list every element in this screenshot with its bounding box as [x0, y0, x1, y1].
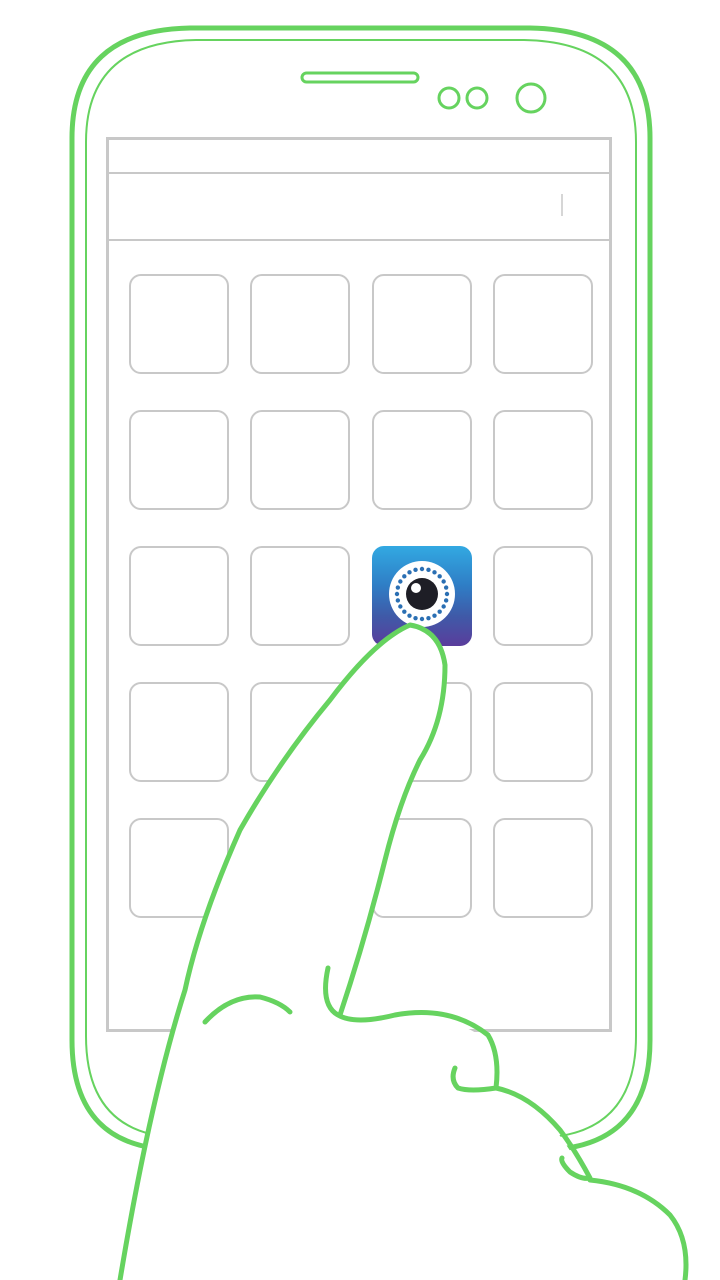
sensor-left [437, 86, 461, 110]
lens-dot [395, 598, 401, 603]
lens-dot [407, 570, 412, 575]
lens-dot [413, 615, 418, 621]
front-camera [515, 82, 547, 114]
lens-dot [443, 585, 449, 590]
lens-dot [441, 604, 446, 609]
lens-dot [441, 579, 446, 584]
lens-dot [443, 598, 449, 603]
speaker-grille [300, 71, 420, 84]
lens-dot [419, 616, 425, 622]
app-slot-r2-c3[interactable] [372, 410, 472, 510]
app-slot-r4-c1[interactable] [129, 682, 229, 782]
lens-pupil [406, 578, 438, 610]
phone-screen [106, 137, 612, 1032]
lens-dot [402, 609, 407, 614]
app-slot-r5-c3[interactable] [372, 818, 472, 918]
lens-dot [413, 567, 418, 573]
app-slot-r1-c2[interactable] [250, 274, 350, 374]
app-slot-r5-c4[interactable] [493, 818, 593, 918]
lens-dot [402, 574, 407, 579]
search-cursor [561, 194, 563, 216]
status-bar [109, 140, 609, 174]
app-slot-r2-c2[interactable] [250, 410, 350, 510]
camera-app-icon[interactable] [372, 546, 472, 646]
camera-eye-icon [389, 561, 455, 627]
lens-dot [395, 585, 401, 590]
sensor-right [465, 86, 489, 110]
app-slot-r4-c3[interactable] [372, 682, 472, 782]
search-bar[interactable] [109, 174, 609, 241]
app-slot-r3-c2[interactable] [250, 546, 350, 646]
app-slot-r4-c2[interactable] [250, 682, 350, 782]
lens-dot [394, 591, 400, 597]
app-slot-r1-c3[interactable] [372, 274, 472, 374]
lens-dot [426, 615, 431, 621]
lens-dot [398, 579, 403, 584]
lens-dot [437, 574, 442, 579]
lens-dot [444, 591, 450, 597]
app-slot-r1-c4[interactable] [493, 274, 593, 374]
illustration-stage [0, 0, 720, 1280]
lens-dot [407, 613, 412, 618]
app-slot-r5-c2[interactable] [250, 818, 350, 918]
lens-dot [426, 567, 431, 573]
app-slot-r5-c1[interactable] [129, 818, 229, 918]
lens-dot [437, 609, 442, 614]
app-slot-r4-c4[interactable] [493, 682, 593, 782]
app-slot-r2-c1[interactable] [129, 410, 229, 510]
lens-dot [398, 604, 403, 609]
app-slot-r3-c1[interactable] [129, 546, 229, 646]
lens-dot [432, 570, 437, 575]
lens-dot [432, 613, 437, 618]
lens-dot [419, 566, 425, 572]
app-slot-r1-c1[interactable] [129, 274, 229, 374]
lens-glint [411, 583, 421, 593]
app-slot-r2-c4[interactable] [493, 410, 593, 510]
app-slot-r3-c4[interactable] [493, 546, 593, 646]
